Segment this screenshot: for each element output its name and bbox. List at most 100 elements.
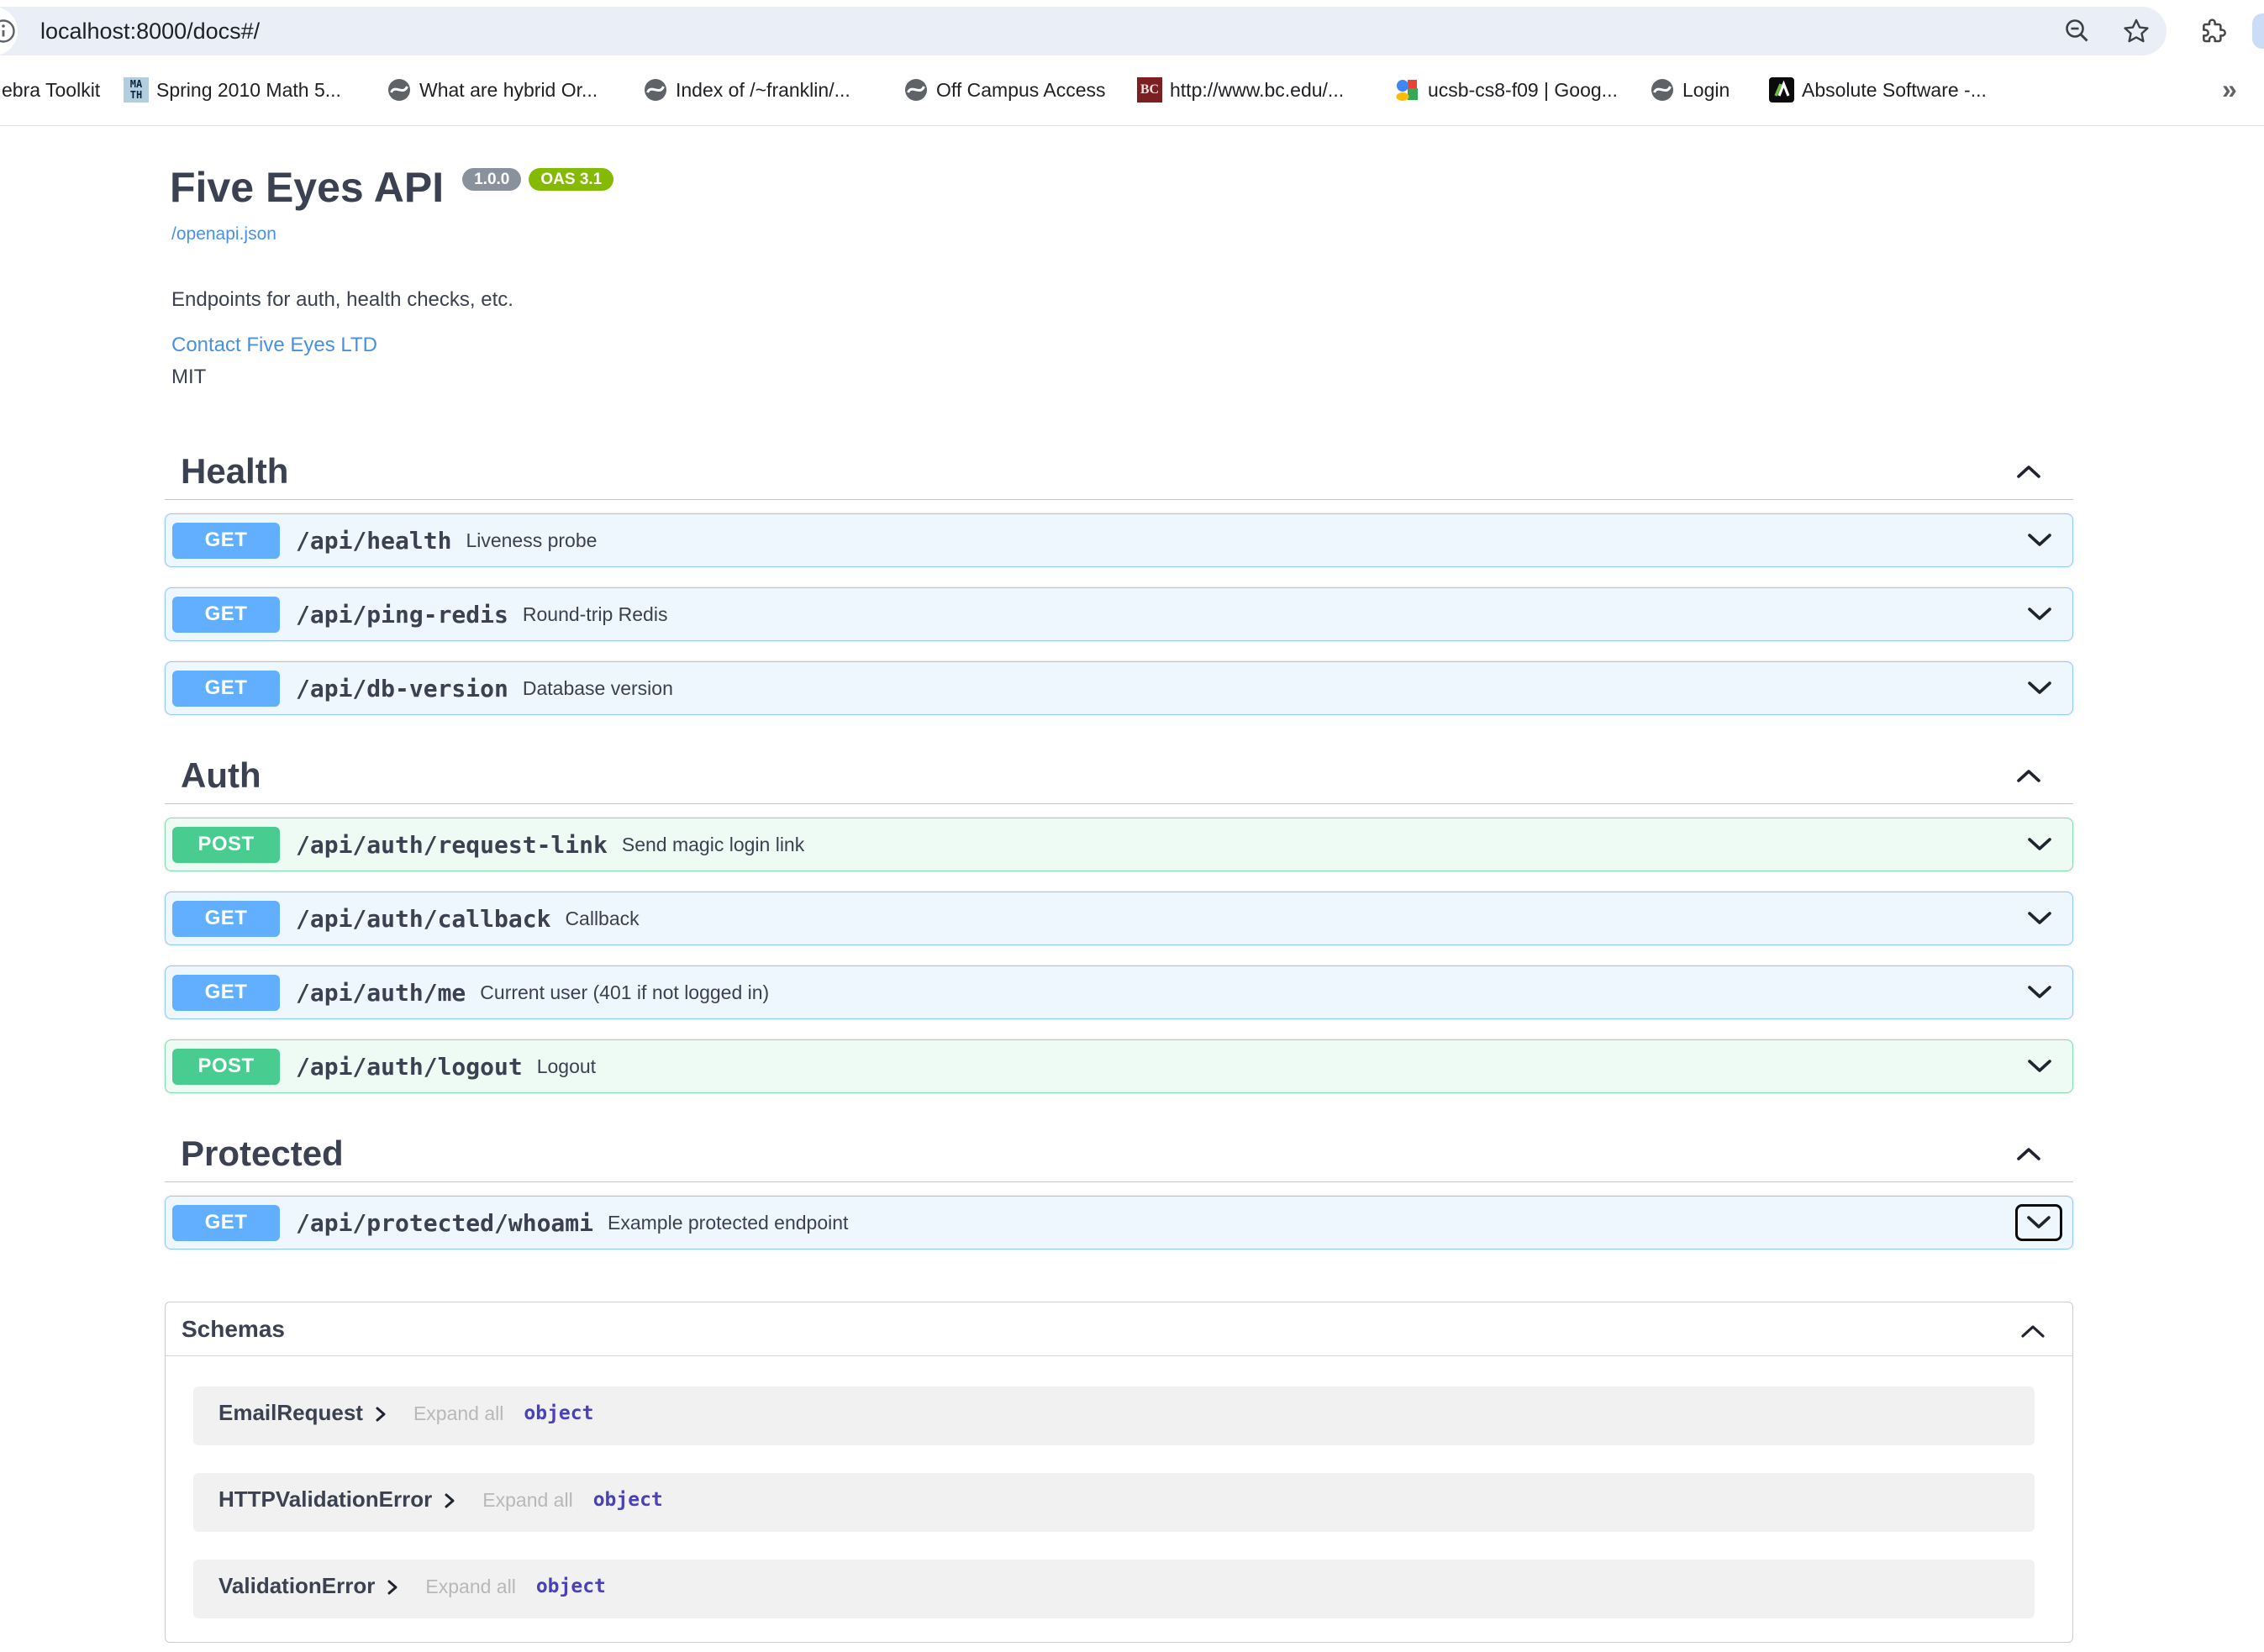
chevron-right-icon[interactable] — [387, 1579, 398, 1600]
endpoint-path: /api/protected/whoami — [296, 1209, 593, 1237]
method-badge: GET — [172, 975, 280, 1011]
endpoint-path: /api/health — [296, 527, 451, 555]
swagger-content: Five Eyes API 1.0.0 OAS 3.1 /openapi.jso… — [165, 143, 2073, 1643]
method-badge: POST — [172, 1049, 280, 1085]
bookmark-login[interactable]: Login — [1650, 66, 1730, 114]
chevron-down-icon[interactable] — [2027, 836, 2052, 853]
chevron-up-icon[interactable] — [2016, 463, 2041, 484]
schemas-title: Schemas — [182, 1316, 285, 1343]
chevron-down-icon[interactable] — [2027, 532, 2052, 549]
chevron-down-icon[interactable] — [2027, 984, 2052, 1001]
globe-icon — [387, 77, 412, 103]
chevron-down-icon[interactable] — [2027, 1058, 2052, 1075]
section-title: Auth — [181, 755, 261, 796]
bc-favicon: BC — [1137, 77, 1162, 103]
section-header-health[interactable]: Health — [165, 445, 2073, 500]
section-health: Health GET /api/health Liveness probe GE… — [165, 445, 2073, 715]
expand-all-button[interactable]: Expand all — [482, 1489, 572, 1512]
bookmark-star-icon[interactable] — [2121, 16, 2151, 46]
chevron-right-icon[interactable] — [375, 1406, 387, 1427]
oas-badge: OAS 3.1 — [529, 168, 613, 191]
bookmark-hybrid[interactable]: What are hybrid Or... — [387, 66, 598, 114]
method-badge: POST — [172, 827, 280, 863]
expand-all-button[interactable]: Expand all — [413, 1402, 503, 1425]
endpoint-summary: Send magic login link — [622, 834, 804, 856]
endpoint-path: /api/auth/request-link — [296, 831, 608, 859]
bookmark-spring-math[interactable]: MA TH Spring 2010 Math 5... — [124, 66, 341, 114]
endpoint-summary: Current user (401 if not logged in) — [480, 981, 769, 1004]
openapi-spec-link[interactable]: /openapi.json — [171, 224, 276, 245]
contact-link[interactable]: Contact Five Eyes LTD — [171, 334, 377, 357]
bookmarks-bar: ebra Toolkit MA TH Spring 2010 Math 5...… — [0, 66, 2264, 114]
url-bar[interactable]: localhost:8000/docs#/ — [0, 7, 2167, 55]
endpoint-path: /api/auth/me — [296, 979, 466, 1007]
bookmark-absolute-software[interactable]: Absolute Software -... — [1769, 66, 1987, 114]
method-badge: GET — [172, 597, 280, 633]
endpoint-summary: Example protected endpoint — [608, 1212, 848, 1234]
bookmark-off-campus[interactable]: Off Campus Access — [903, 66, 1106, 114]
section-protected: Protected GET /api/protected/whoami Exam… — [165, 1127, 2073, 1250]
section-auth: Auth POST /api/auth/request-link Send ma… — [165, 749, 2073, 1093]
profile-strip[interactable] — [2252, 13, 2264, 49]
method-badge: GET — [172, 671, 280, 707]
model-validationerror[interactable]: ValidationError Expand all object — [193, 1560, 2035, 1618]
bookmark-ebra-toolkit[interactable]: ebra Toolkit — [2, 66, 100, 114]
section-header-auth[interactable]: Auth — [165, 749, 2073, 804]
browser-window: localhost:8000/docs#/ ebra Toolkit MA TH… — [0, 0, 2264, 1652]
bookmark-bc-edu[interactable]: BC http://www.bc.edu/... — [1137, 66, 1344, 114]
method-badge: GET — [172, 1205, 280, 1241]
endpoint-get-auth-me[interactable]: GET /api/auth/me Current user (401 if no… — [165, 965, 2073, 1019]
endpoint-get-api-db-version[interactable]: GET /api/db-version Database version — [165, 661, 2073, 715]
model-emailrequest[interactable]: EmailRequest Expand all object — [193, 1386, 2035, 1445]
chevron-down-icon[interactable] — [2027, 680, 2052, 697]
model-httpvalidationerror[interactable]: HTTPValidationError Expand all object — [193, 1473, 2035, 1532]
globe-icon — [903, 77, 929, 103]
api-description: Endpoints for auth, health checks, etc. — [171, 288, 2073, 312]
endpoint-get-auth-callback[interactable]: GET /api/auth/callback Callback — [165, 892, 2073, 945]
method-badge: GET — [172, 901, 280, 937]
endpoint-summary: Liveness probe — [466, 529, 597, 552]
chevron-down-icon-focused[interactable] — [2015, 1204, 2062, 1241]
bookmark-ucsb-cs8[interactable]: ucsb-cs8-f09 | Goog... — [1395, 66, 1618, 114]
model-type: object — [536, 1576, 606, 1597]
absolute-favicon — [1769, 77, 1794, 103]
globe-icon — [643, 77, 668, 103]
expand-all-button[interactable]: Expand all — [425, 1576, 515, 1598]
chevron-down-icon[interactable] — [2027, 606, 2052, 623]
endpoint-post-auth-request-link[interactable]: POST /api/auth/request-link Send magic l… — [165, 818, 2073, 871]
chevron-up-icon[interactable] — [2020, 1323, 2045, 1344]
chevron-up-icon[interactable] — [2016, 1145, 2041, 1166]
chevron-down-icon[interactable] — [2027, 910, 2052, 927]
version-badge: 1.0.0 — [462, 168, 521, 191]
model-type: object — [593, 1489, 663, 1511]
chevron-right-icon[interactable] — [444, 1492, 455, 1513]
model-type: object — [524, 1402, 593, 1424]
site-info-chip[interactable] — [0, 7, 18, 55]
chevron-up-icon[interactable] — [2016, 767, 2041, 788]
zoom-out-icon[interactable] — [2062, 16, 2093, 46]
google-favicon — [1395, 77, 1420, 103]
api-info: Five Eyes API 1.0.0 OAS 3.1 /openapi.jso… — [165, 143, 2073, 389]
endpoint-summary: Database version — [523, 677, 673, 700]
endpoint-get-api-health[interactable]: GET /api/health Liveness probe — [165, 513, 2073, 567]
endpoint-summary: Callback — [565, 908, 639, 930]
math-favicon: MA TH — [124, 77, 149, 103]
schemas-header[interactable]: Schemas — [166, 1302, 2072, 1356]
info-icon — [0, 17, 18, 45]
section-title: Health — [181, 451, 288, 492]
endpoint-get-protected-whoami[interactable]: GET /api/protected/whoami Example protec… — [165, 1196, 2073, 1250]
page-title: Five Eyes API — [170, 164, 444, 211]
method-badge: GET — [172, 523, 280, 559]
extensions-icon[interactable] — [2199, 18, 2226, 45]
endpoint-summary: Logout — [537, 1055, 596, 1078]
endpoint-path: /api/auth/callback — [296, 905, 550, 933]
bookmarks-overflow-icon[interactable]: » — [2222, 74, 2237, 105]
url-text[interactable]: localhost:8000/docs#/ — [40, 7, 260, 55]
endpoint-path: /api/db-version — [296, 675, 508, 702]
endpoint-post-auth-logout[interactable]: POST /api/auth/logout Logout — [165, 1039, 2073, 1093]
section-header-protected[interactable]: Protected — [165, 1127, 2073, 1182]
schemas-section: Schemas EmailRequest Expand all object H… — [165, 1302, 2073, 1643]
endpoint-path: /api/ping-redis — [296, 601, 508, 629]
endpoint-get-api-ping-redis[interactable]: GET /api/ping-redis Round-trip Redis — [165, 587, 2073, 641]
bookmark-franklin-index[interactable]: Index of /~franklin/... — [643, 66, 850, 114]
